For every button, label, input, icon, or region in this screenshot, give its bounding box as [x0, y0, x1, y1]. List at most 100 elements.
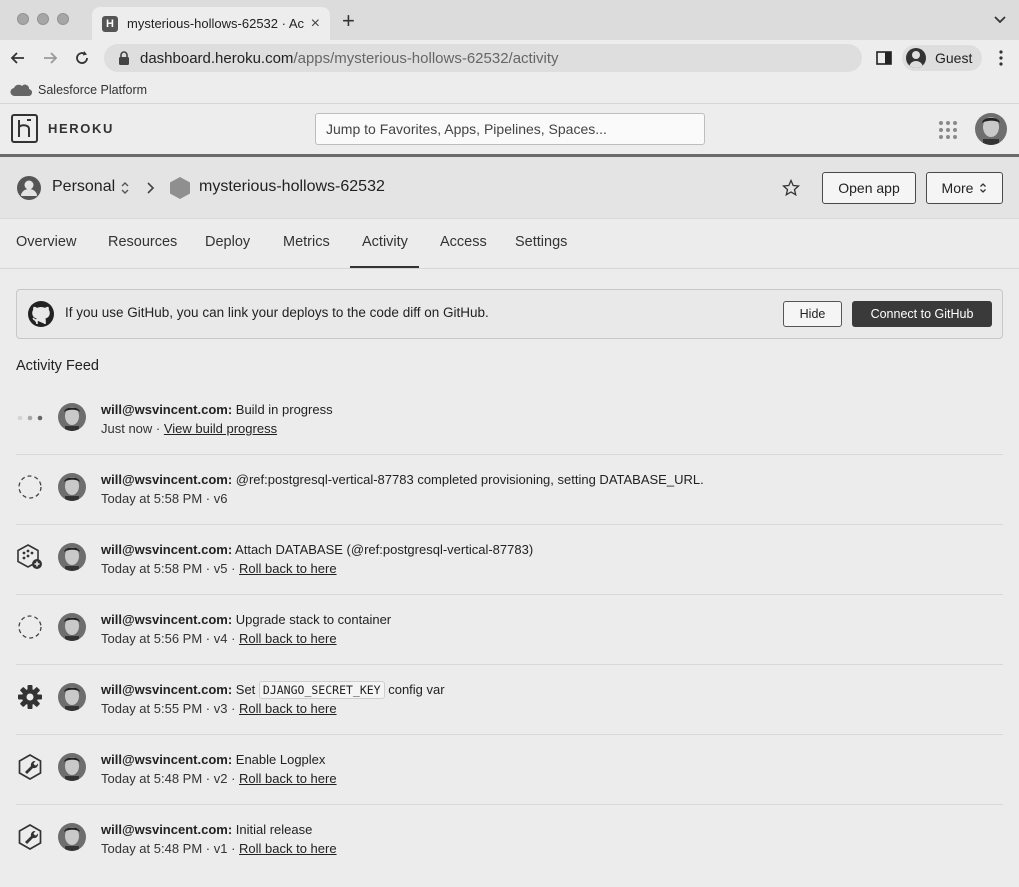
- reload-icon[interactable]: [72, 48, 92, 68]
- activity-time: Today at 5:56 PM · v4 ·: [101, 631, 240, 646]
- heroku-wordmark[interactable]: HEROKU: [48, 121, 114, 136]
- bookmarks-bar: Salesforce Platform: [0, 76, 1019, 104]
- hide-banner-button[interactable]: Hide: [783, 301, 842, 327]
- profile-button[interactable]: Guest: [902, 45, 982, 71]
- activity-meta: Today at 5:48 PM · v1 · Roll back to her…: [101, 841, 337, 856]
- activity-message: Enable Logplex: [232, 752, 326, 767]
- activity-text: will@wsvincent.com: @ref:postgresql-vert…: [101, 472, 704, 487]
- tab-deploy[interactable]: Deploy: [205, 234, 250, 250]
- activity-user: will@wsvincent.com:: [101, 612, 233, 627]
- tab-activity[interactable]: Activity: [362, 234, 408, 250]
- activity-meta: Today at 5:56 PM · v4 · Roll back to her…: [101, 631, 337, 646]
- apps-grid-icon[interactable]: [938, 120, 958, 140]
- activity-user: will@wsvincent.com:: [101, 822, 233, 837]
- activity-user: will@wsvincent.com:: [101, 752, 233, 767]
- open-app-label: Open app: [838, 180, 900, 196]
- activity-item: will@wsvincent.com: Initial release Toda…: [0, 805, 1019, 875]
- new-tab-button[interactable]: +: [342, 10, 355, 32]
- open-app-button[interactable]: Open app: [822, 172, 916, 204]
- address-bar[interactable]: dashboard.heroku.com/apps/mysterious-hol…: [104, 44, 862, 72]
- window-minimize-button[interactable]: [37, 13, 49, 25]
- chevron-updown-icon[interactable]: [120, 181, 130, 195]
- activity-message-suffix: config var: [384, 682, 445, 697]
- user-avatar[interactable]: [975, 113, 1007, 145]
- tab-metrics[interactable]: Metrics: [283, 234, 330, 250]
- view-build-progress-link[interactable]: View build progress: [164, 421, 277, 436]
- activity-text: will@wsvincent.com: Enable Logplex: [101, 752, 325, 767]
- activity-text: will@wsvincent.com: Build in progress: [101, 402, 333, 417]
- profile-label: Guest: [935, 50, 973, 66]
- favorite-star-icon[interactable]: [782, 179, 800, 197]
- more-button[interactable]: More: [926, 172, 1003, 204]
- gear-icon: [18, 685, 42, 709]
- dashed-circle-icon: [18, 475, 42, 499]
- github-icon: [28, 301, 54, 327]
- hide-label: Hide: [799, 307, 826, 321]
- addon-attach-icon: [17, 544, 42, 569]
- roll-back-link[interactable]: Roll back to here: [239, 841, 337, 856]
- roll-back-link[interactable]: Roll back to here: [239, 701, 337, 716]
- active-tab-indicator: [350, 266, 419, 268]
- activity-item: will@wsvincent.com: Set DJANGO_SECRET_KE…: [0, 665, 1019, 735]
- activity-message: Attach DATABASE (@ref:postgresql-vertica…: [232, 542, 534, 557]
- activity-user: will@wsvincent.com:: [101, 402, 233, 417]
- avatar: [58, 473, 86, 501]
- chevron-updown-icon: [980, 183, 987, 193]
- url-path: /apps/mysterious-hollows-62532/activity: [293, 49, 559, 67]
- activity-text: will@wsvincent.com: Set DJANGO_SECRET_KE…: [101, 681, 445, 699]
- activity-time: Today at 5:58 PM · v6: [101, 491, 228, 506]
- avatar: [58, 823, 86, 851]
- tab-overview[interactable]: Overview: [16, 234, 76, 250]
- personal-account-icon: [17, 176, 41, 200]
- activity-time: Today at 5:48 PM · v2 ·: [101, 771, 240, 786]
- account-switcher[interactable]: Personal: [52, 178, 115, 196]
- forward-arrow-icon[interactable]: [40, 48, 60, 68]
- connect-github-button[interactable]: Connect to GitHub: [852, 301, 992, 327]
- avatar: [58, 613, 86, 641]
- activity-time: Today at 5:48 PM · v1 ·: [101, 841, 240, 856]
- window-zoom-button[interactable]: [57, 13, 69, 25]
- activity-meta: Today at 5:58 PM · v5 · Roll back to her…: [101, 561, 337, 576]
- activity-time: Today at 5:55 PM · v3 ·: [101, 701, 240, 716]
- activity-meta: Just now · View build progress: [101, 421, 277, 436]
- roll-back-link[interactable]: Roll back to here: [239, 631, 337, 646]
- tab-resources[interactable]: Resources: [108, 234, 177, 250]
- tab-close-icon[interactable]: ×: [311, 15, 320, 32]
- app-name[interactable]: mysterious-hollows-62532: [199, 178, 385, 196]
- github-banner-text: If you use GitHub, you can link your dep…: [65, 305, 489, 320]
- browser-tab[interactable]: H mysterious-hollows-62532 · Ac ×: [92, 7, 330, 40]
- window-close-button[interactable]: [17, 13, 29, 25]
- bookmark-salesforce-platform[interactable]: Salesforce Platform: [38, 83, 147, 97]
- side-panel-icon[interactable]: [876, 50, 892, 66]
- avatar: [58, 683, 86, 711]
- guest-avatar-icon: [906, 48, 926, 68]
- tab-access[interactable]: Access: [440, 234, 487, 250]
- roll-back-link[interactable]: Roll back to here: [239, 561, 337, 576]
- wrench-hex-icon: [18, 754, 42, 780]
- app-hexagon-icon: [170, 177, 190, 199]
- back-arrow-icon[interactable]: [8, 48, 28, 68]
- config-var-code: DJANGO_SECRET_KEY: [258, 681, 385, 699]
- activity-text: will@wsvincent.com: Upgrade stack to con…: [101, 612, 391, 627]
- roll-back-link[interactable]: Roll back to here: [239, 771, 337, 786]
- activity-meta: Today at 5:48 PM · v2 · Roll back to her…: [101, 771, 337, 786]
- activity-item: will@wsvincent.com: @ref:postgresql-vert…: [0, 455, 1019, 525]
- in-progress-dots-icon: [17, 415, 43, 421]
- activity-message: Upgrade stack to container: [232, 612, 392, 627]
- heroku-logo-icon[interactable]: [11, 114, 38, 143]
- tab-settings[interactable]: Settings: [515, 234, 567, 250]
- tab-title: mysterious-hollows-62532 · Ac: [127, 16, 305, 31]
- activity-item: will@wsvincent.com: Attach DATABASE (@re…: [0, 525, 1019, 595]
- activity-text: will@wsvincent.com: Attach DATABASE (@re…: [101, 542, 533, 557]
- activity-item: will@wsvincent.com: Build in progress Ju…: [0, 385, 1019, 455]
- jump-to-search-input[interactable]: Jump to Favorites, Apps, Pipelines, Spac…: [315, 113, 705, 145]
- wrench-hex-icon: [18, 824, 42, 850]
- url-host: dashboard.heroku.com: [140, 49, 294, 67]
- avatar: [58, 543, 86, 571]
- browser-menu-icon[interactable]: [997, 49, 1005, 67]
- activity-feed-title: Activity Feed: [16, 358, 99, 374]
- tab-search-chevron-icon[interactable]: [993, 12, 1007, 26]
- activity-time: Just now ·: [101, 421, 164, 436]
- activity-user: will@wsvincent.com:: [101, 542, 233, 557]
- avatar: [58, 403, 86, 431]
